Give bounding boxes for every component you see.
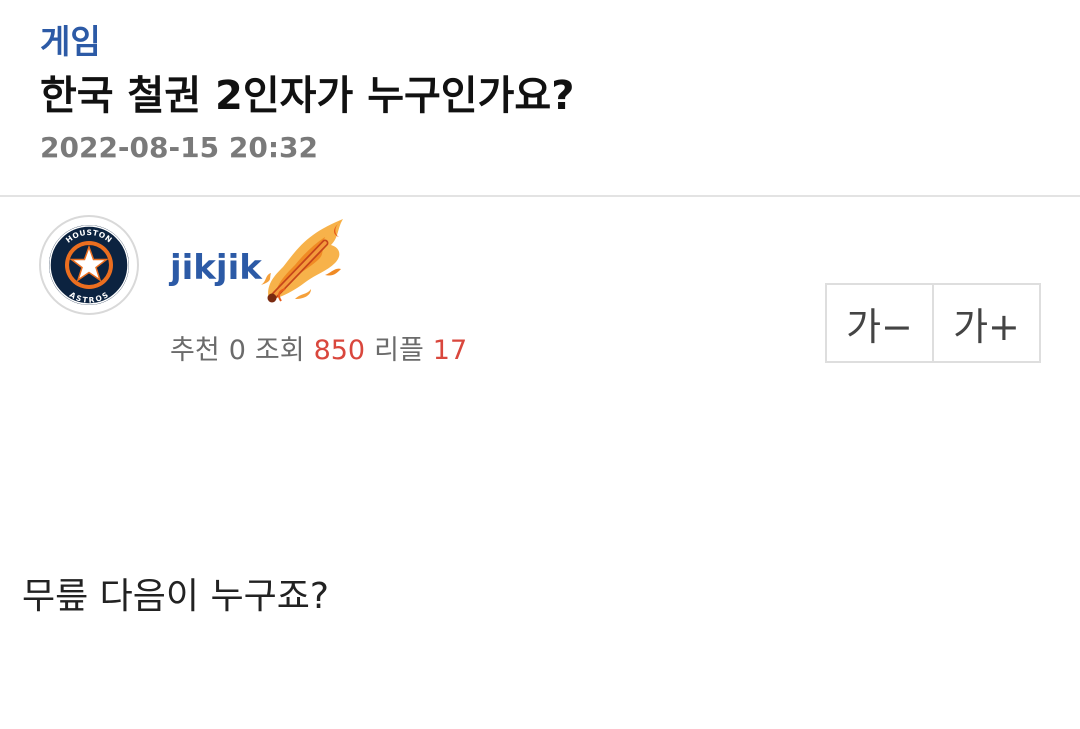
post-body: 무릎 다음이 누구죠?: [22, 576, 329, 617]
font-size-controls: 가− 가+: [825, 283, 1041, 363]
font-increase-button[interactable]: 가+: [932, 285, 1039, 361]
author-username[interactable]: jikjik: [170, 246, 262, 290]
replies-count: 17: [432, 335, 468, 366]
avatar[interactable]: HOUSTON ASTROS: [39, 215, 139, 315]
post-stats: 추천 0 조회 850 리플 17: [170, 333, 476, 369]
replies-label: 리플: [374, 335, 424, 366]
post-category[interactable]: 게임: [40, 20, 101, 64]
recommend-label: 추천: [170, 335, 220, 366]
views-count: 850: [313, 335, 366, 366]
post-timestamp: 2022-08-15 20:32: [40, 131, 318, 164]
post-title: 한국 철권 2인자가 누구인가요?: [40, 73, 575, 119]
recommend-count: 0: [228, 335, 246, 366]
houston-astros-logo-icon: HOUSTON ASTROS: [49, 225, 129, 305]
font-decrease-button[interactable]: 가−: [827, 285, 932, 361]
flaming-bat-icon: [261, 219, 343, 303]
header-divider: [0, 195, 1080, 197]
views-label: 조회: [254, 335, 305, 366]
